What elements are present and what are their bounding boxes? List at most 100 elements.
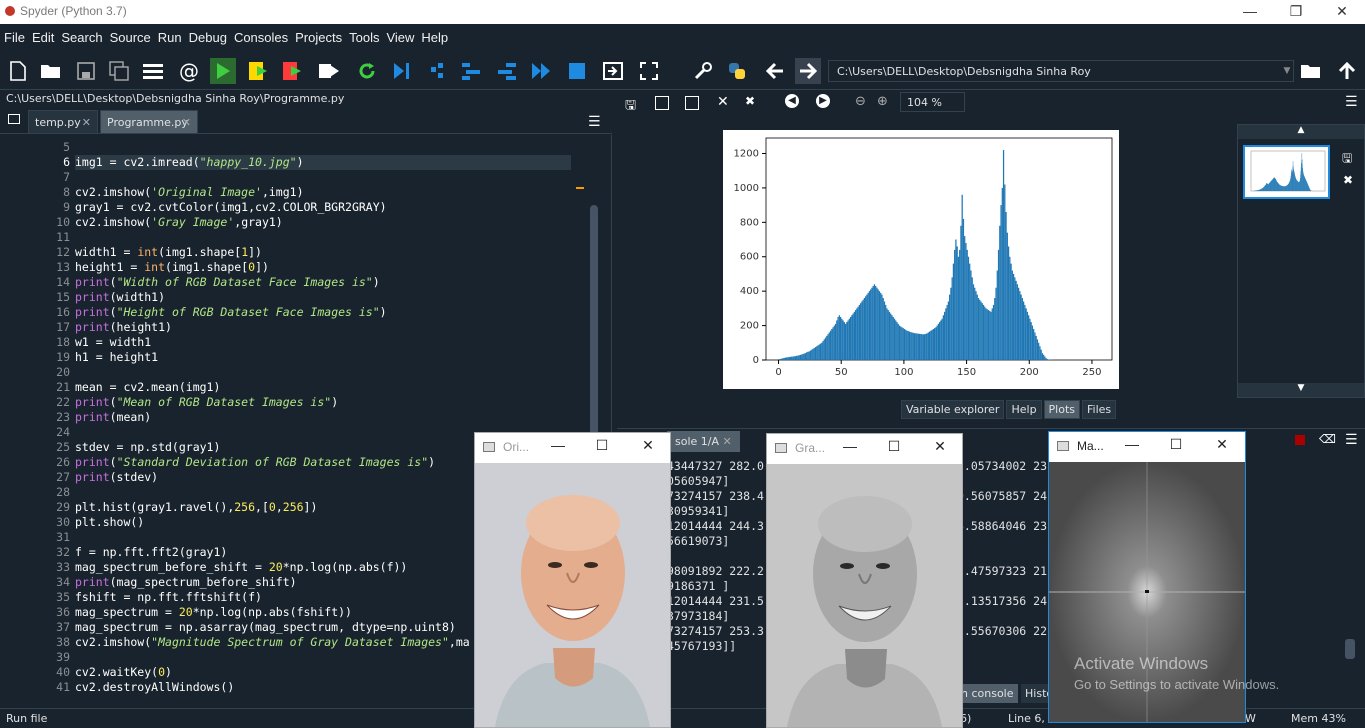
preferences-wrench-icon[interactable] <box>690 58 716 84</box>
interrupt-kernel-icon[interactable] <box>1295 435 1305 445</box>
tab-ipython-console[interactable]: n console <box>957 684 1018 703</box>
browse-folder-icon[interactable] <box>1298 58 1324 84</box>
maximize-pane-icon[interactable] <box>600 58 626 84</box>
zoom-level-field[interactable]: 104 % <box>900 92 965 112</box>
plots-options-icon[interactable]: ☰ <box>1345 94 1358 110</box>
browse-tabs-icon[interactable] <box>8 114 20 124</box>
back-arrow-icon[interactable] <box>762 58 788 84</box>
menu-item-run[interactable]: Run <box>154 25 185 45</box>
histogram-bar <box>868 291 871 360</box>
tab-programme-py[interactable]: Programme.py ✕ <box>100 110 198 134</box>
new-file-icon[interactable] <box>5 58 31 84</box>
histogram-bar <box>863 298 866 360</box>
minimize-button[interactable]: — <box>835 438 865 454</box>
step-into-icon[interactable] <box>458 58 484 84</box>
run-cell-icon[interactable] <box>246 58 272 84</box>
maximize-button[interactable]: ❐ <box>1273 0 1319 24</box>
tab-variable-explorer[interactable]: Variable explorer <box>901 400 1005 419</box>
menu-item-projects[interactable]: Projects <box>291 25 345 45</box>
save-icon[interactable] <box>73 58 99 84</box>
console-options-icon[interactable]: ☰ <box>1345 432 1358 448</box>
window-titlebar[interactable]: Gra... — ☐ ✕ <box>767 434 962 462</box>
menu-item-edit[interactable]: Edit <box>28 25 57 45</box>
save-plot-icon[interactable]: 🖫 <box>625 96 636 118</box>
close-button[interactable]: ✕ <box>1319 0 1365 24</box>
line-number: 39 <box>56 650 70 664</box>
menu-item-view[interactable]: View <box>382 25 417 45</box>
scroll-down-icon[interactable]: ▼ <box>1238 383 1364 397</box>
tab-files[interactable]: Files <box>1082 400 1117 419</box>
zoom-out-icon[interactable]: ⊖ <box>855 94 866 109</box>
console-scrollbar[interactable] <box>1345 639 1355 659</box>
menu-item-help[interactable]: Help <box>417 25 451 45</box>
tab-temp-py[interactable]: temp.py ✕ <box>28 110 98 134</box>
rerun-icon[interactable] <box>354 58 380 84</box>
line-number: 21 <box>56 380 70 394</box>
eraser-icon[interactable]: ⌫ <box>1319 432 1336 446</box>
window-titlebar[interactable]: Ma... — ☐ ✕ <box>1049 432 1245 460</box>
histogram-bar <box>875 286 877 360</box>
maximize-button[interactable]: ☐ <box>879 438 909 455</box>
histogram-bar <box>827 334 829 360</box>
menu-item-search[interactable]: Search <box>57 25 105 45</box>
line-number-gutter: 5 6 7 8 9 10 11 12 13 14 15 16 17 18 19 20 21 22 23 24 25 26 2… <box>30 135 70 708</box>
close-console-icon[interactable]: ✕ <box>723 435 732 448</box>
tab-plots[interactable]: Plots <box>1043 400 1081 419</box>
histogram-bar <box>876 287 878 360</box>
histogram-bar <box>792 356 794 360</box>
zoom-in-icon[interactable]: ⊕ <box>877 94 888 109</box>
open-folder-icon[interactable] <box>38 58 64 84</box>
gray-image-window[interactable]: Gra... — ☐ ✕ <box>766 433 963 728</box>
forward-arrow-icon[interactable] <box>795 58 821 84</box>
at-icon[interactable]: @ <box>176 58 202 84</box>
working-directory-field[interactable]: C:\Users\DELL\Desktop\Debsnigdha Sinha R… <box>828 60 1294 82</box>
save-all-icon[interactable] <box>106 58 132 84</box>
step-return-icon[interactable] <box>494 58 520 84</box>
menu-item-debug[interactable]: Debug <box>185 25 230 45</box>
menu-item-source[interactable]: Source <box>106 25 154 45</box>
scroll-up-icon[interactable]: ▲ <box>1238 125 1364 139</box>
copy-plot-icon[interactable] <box>685 96 699 110</box>
remove-all-plots-icon[interactable]: ✖ <box>745 94 755 108</box>
thumb-save-icon[interactable]: 🖫 <box>1342 149 1352 170</box>
debug-icon[interactable] <box>388 58 414 84</box>
close-button[interactable]: ✕ <box>1207 436 1237 453</box>
remove-plot-icon[interactable]: ✕ <box>717 94 729 110</box>
continue-icon[interactable] <box>528 58 554 84</box>
original-image-window[interactable]: Ori... — ☐ ✕ <box>474 432 671 728</box>
parent-dir-arrow-icon[interactable] <box>1334 58 1360 84</box>
close-button[interactable]: ✕ <box>925 438 955 455</box>
thumb-close-icon[interactable]: ✖ <box>1343 173 1353 187</box>
maximize-button[interactable]: ☐ <box>587 437 617 454</box>
options-menu-icon[interactable]: ☰ <box>588 114 601 130</box>
plot-thumbnail[interactable] <box>1243 145 1330 199</box>
histogram-bar <box>942 315 945 360</box>
window-titlebar[interactable]: Ori... — ☐ ✕ <box>475 433 670 461</box>
close-button[interactable]: ✕ <box>633 437 663 454</box>
save-all-plots-icon[interactable] <box>655 96 669 110</box>
minimize-button[interactable]: — <box>1227 0 1273 24</box>
python-path-icon[interactable] <box>724 58 750 84</box>
previous-plot-icon[interactable]: ◀ <box>785 94 799 108</box>
stop-icon[interactable] <box>564 58 590 84</box>
run-cell-advance-icon[interactable] <box>280 58 306 84</box>
close-tab-icon[interactable]: ✕ <box>82 116 91 129</box>
histogram-bar <box>977 298 980 360</box>
run-icon[interactable] <box>210 58 236 84</box>
menu-item-file[interactable]: File <box>0 25 28 45</box>
outline-icon[interactable] <box>140 58 166 84</box>
step-icon[interactable] <box>424 58 450 84</box>
close-tab-icon[interactable]: ✕ <box>182 116 191 129</box>
chevron-down-icon[interactable]: ▼ <box>1281 62 1293 80</box>
window-title: Ori... <box>503 440 529 454</box>
maximize-button[interactable]: ☐ <box>1161 436 1191 453</box>
run-selection-icon[interactable] <box>316 58 342 84</box>
tab-help[interactable]: Help <box>1006 400 1042 419</box>
next-plot-icon[interactable]: ▶ <box>816 94 830 108</box>
tab-console[interactable]: sole 1/A ✕ <box>667 431 740 452</box>
menu-item-tools[interactable]: Tools <box>345 25 382 45</box>
minimize-button[interactable]: — <box>1117 436 1147 452</box>
fullscreen-icon[interactable] <box>636 58 662 84</box>
menu-item-consoles[interactable]: Consoles <box>230 25 291 45</box>
minimize-button[interactable]: — <box>543 437 573 453</box>
